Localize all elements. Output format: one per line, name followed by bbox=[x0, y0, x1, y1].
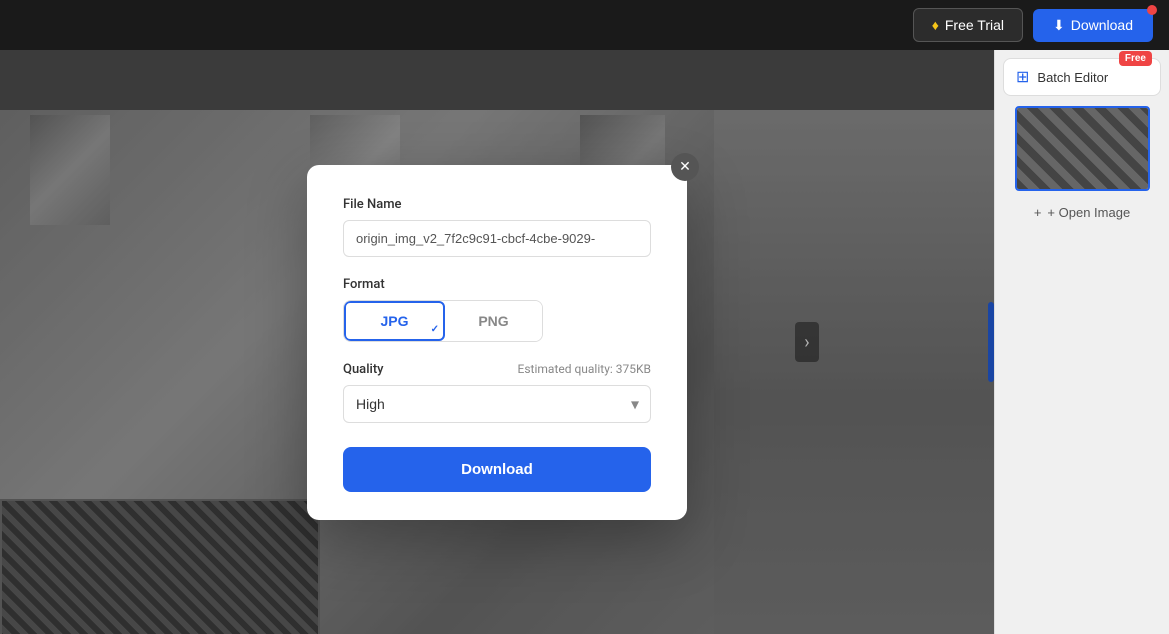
right-sidebar: Free ⊞ Batch Editor + + Open Image bbox=[994, 50, 1169, 634]
open-image-button[interactable]: + + Open Image bbox=[1026, 201, 1138, 224]
main-area: › ✕ File Name Format JPG bbox=[0, 50, 1169, 634]
free-trial-label: Free Trial bbox=[945, 17, 1004, 33]
quality-select-wrapper: High Medium Low ▾ bbox=[343, 385, 651, 423]
batch-editor-label: Batch Editor bbox=[1037, 70, 1108, 85]
download-modal-button[interactable]: Download bbox=[343, 447, 651, 492]
download-top-icon: ⬇ bbox=[1053, 17, 1065, 34]
quality-estimate: Estimated quality: 375KB bbox=[518, 362, 651, 376]
modal-close-button[interactable]: ✕ bbox=[671, 153, 699, 181]
quality-header: Quality Estimated quality: 375KB bbox=[343, 362, 651, 377]
download-top-button[interactable]: ⬇ Download bbox=[1033, 9, 1153, 42]
open-image-label: + Open Image bbox=[1047, 205, 1130, 220]
png-format-button[interactable]: PNG bbox=[445, 301, 542, 341]
quality-label: Quality bbox=[343, 362, 384, 377]
canvas-area: › ✕ File Name Format JPG bbox=[0, 50, 994, 634]
check-icon: ✓ bbox=[431, 324, 439, 335]
topbar: ♦ Free Trial ⬇ Download bbox=[0, 0, 1169, 50]
format-buttons: JPG ✓ PNG bbox=[343, 300, 543, 342]
free-badge: Free bbox=[1119, 51, 1152, 66]
png-label: PNG bbox=[478, 313, 508, 329]
format-label: Format bbox=[343, 277, 651, 292]
notification-dot bbox=[1147, 5, 1157, 15]
download-top-label: Download bbox=[1071, 17, 1133, 33]
diamond-icon: ♦ bbox=[932, 17, 939, 33]
format-section: Format JPG ✓ PNG bbox=[343, 277, 651, 342]
batch-icon: ⊞ bbox=[1016, 67, 1029, 87]
thumbnail-image bbox=[1017, 108, 1148, 189]
sidebar-thumbnail[interactable] bbox=[1015, 106, 1150, 191]
file-name-input[interactable] bbox=[343, 220, 651, 257]
jpg-format-button[interactable]: JPG ✓ bbox=[344, 301, 445, 341]
batch-editor-button[interactable]: Free ⊞ Batch Editor bbox=[1003, 58, 1161, 96]
jpg-label: JPG bbox=[380, 313, 408, 329]
download-modal-label: Download bbox=[461, 461, 533, 478]
download-modal: ✕ File Name Format JPG ✓ PNG bbox=[307, 165, 687, 520]
file-name-label: File Name bbox=[343, 197, 651, 212]
free-trial-button[interactable]: ♦ Free Trial bbox=[913, 8, 1023, 42]
close-icon: ✕ bbox=[679, 158, 691, 175]
quality-select[interactable]: High Medium Low bbox=[343, 385, 651, 423]
plus-icon: + bbox=[1034, 205, 1042, 220]
modal-overlay: ✕ File Name Format JPG ✓ PNG bbox=[0, 50, 994, 634]
